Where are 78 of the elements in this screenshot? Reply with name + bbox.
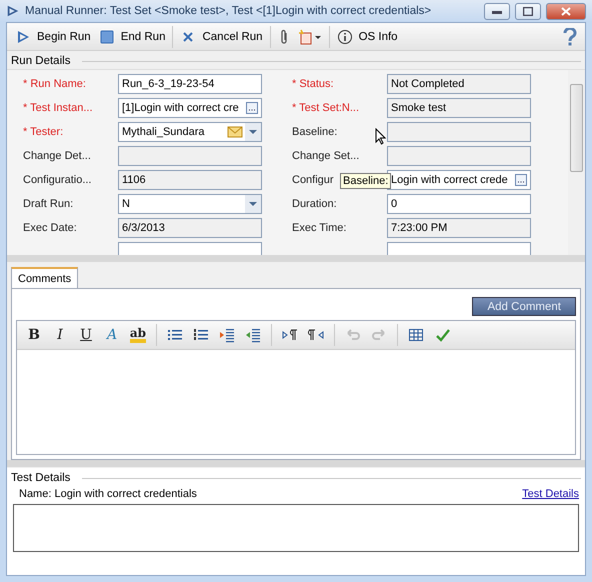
os-info-button[interactable]: OS Info	[332, 24, 402, 48]
format-button[interactable]: A	[101, 324, 123, 346]
field-label: Change Set...	[292, 150, 360, 162]
test-details-link[interactable]: Test Details	[522, 488, 579, 500]
input-field[interactable]: 0	[387, 194, 531, 214]
info-icon[interactable]	[336, 28, 353, 44]
input-field[interactable]	[118, 146, 262, 166]
splitter-handle[interactable]	[7, 255, 585, 262]
help-icon	[563, 28, 577, 46]
browse-icon[interactable]	[515, 174, 527, 186]
tab[interactable]: Comments	[11, 267, 78, 288]
splitter-handle[interactable]	[7, 460, 585, 467]
end-run-button[interactable]: End Run	[94, 24, 170, 48]
field-label: * Tester:	[23, 126, 64, 138]
comment-editor[interactable]: B I U A ab	[16, 320, 576, 455]
field-value: N	[122, 198, 131, 210]
play-icon[interactable]	[15, 28, 31, 44]
field-label: * Test Set:N...	[292, 102, 360, 114]
input-field[interactable]: Smoke test	[387, 98, 531, 118]
dropdown-icon[interactable]	[245, 195, 261, 213]
field-label: Configuratio...	[23, 174, 92, 186]
dropdown-icon[interactable]	[245, 123, 261, 141]
mail-icon[interactable]	[227, 126, 243, 138]
begin-run-button[interactable]: Begin Run	[11, 24, 95, 48]
minimize-icon	[492, 8, 502, 14]
field-label: Draft Run:	[23, 198, 74, 210]
field-label: * Run Name:	[23, 78, 86, 90]
input-field[interactable]: 1106	[118, 170, 262, 190]
window-title: Manual Runner: Test Set <Smoke test>, Test <[1]Login with correct credentials>	[25, 5, 432, 17]
input-field[interactable]: [1]Login with correct cre	[118, 98, 262, 118]
scrollbar[interactable]	[568, 70, 585, 255]
field-label: Exec Time:	[292, 222, 346, 234]
field-label: Duration:	[292, 198, 337, 210]
field-value: Mythali_Sundara	[122, 126, 206, 138]
tooltip: Baseline:	[340, 173, 392, 189]
format-button[interactable]: U	[75, 324, 97, 346]
input-field[interactable]: 7:23:00 PM	[387, 218, 531, 238]
input-field[interactable]	[387, 146, 531, 166]
section-title: Test Details	[11, 472, 70, 484]
field-value: 6/3/2013	[122, 222, 166, 234]
app-icon	[6, 4, 20, 18]
close-button[interactable]	[546, 2, 586, 20]
field-value: 7:23:00 PM	[391, 222, 448, 234]
input-field[interactable]: Not Completed	[387, 74, 531, 94]
field-value: Login with correct crede	[391, 174, 509, 186]
field-value: 1106	[122, 174, 147, 186]
field-value: Not Completed	[391, 78, 466, 90]
add-comment-button[interactable]: Add Comment	[472, 297, 576, 316]
minimize-button[interactable]	[484, 2, 510, 20]
field-label: * Status:	[292, 78, 334, 90]
new-item-icon	[298, 28, 322, 44]
test-name: Name: Login with correct credentials	[19, 488, 197, 500]
field-value: Run_6-3_19-23-54	[122, 78, 216, 90]
field-value: [1]Login with correct cre	[122, 102, 240, 114]
field-label: * Test Instan...	[23, 102, 93, 114]
dropdown-field[interactable]: Mythali_Sundara	[118, 122, 262, 142]
field-label: Configur	[292, 174, 334, 186]
format-button[interactable]: I	[49, 324, 71, 346]
dropdown-field[interactable]: N	[118, 194, 262, 214]
cancel-run-button[interactable]: Cancel Run	[176, 24, 267, 48]
input-field[interactable]: Run_6-3_19-23-54	[118, 74, 262, 94]
field-value: 0	[391, 198, 398, 210]
maximize-button[interactable]	[515, 2, 541, 20]
section-title: Run Details	[11, 55, 70, 67]
close-icon	[561, 6, 571, 16]
field-label: Baseline:	[292, 126, 338, 138]
format-button[interactable]: B	[23, 324, 45, 346]
mouse-cursor-icon	[375, 128, 386, 145]
field-label: Exec Date:	[23, 222, 77, 234]
field-value: Smoke test	[391, 102, 448, 114]
maximize-icon	[523, 6, 533, 16]
browse-icon[interactable]	[246, 102, 258, 114]
input-field[interactable]: Login with correct crede	[387, 170, 531, 190]
stop-icon[interactable]	[98, 28, 115, 44]
format-button[interactable]: ab	[127, 324, 149, 346]
field-label: Change Det...	[23, 150, 91, 162]
input-field[interactable]	[387, 122, 531, 142]
input-field[interactable]: 6/3/2013	[118, 218, 262, 238]
